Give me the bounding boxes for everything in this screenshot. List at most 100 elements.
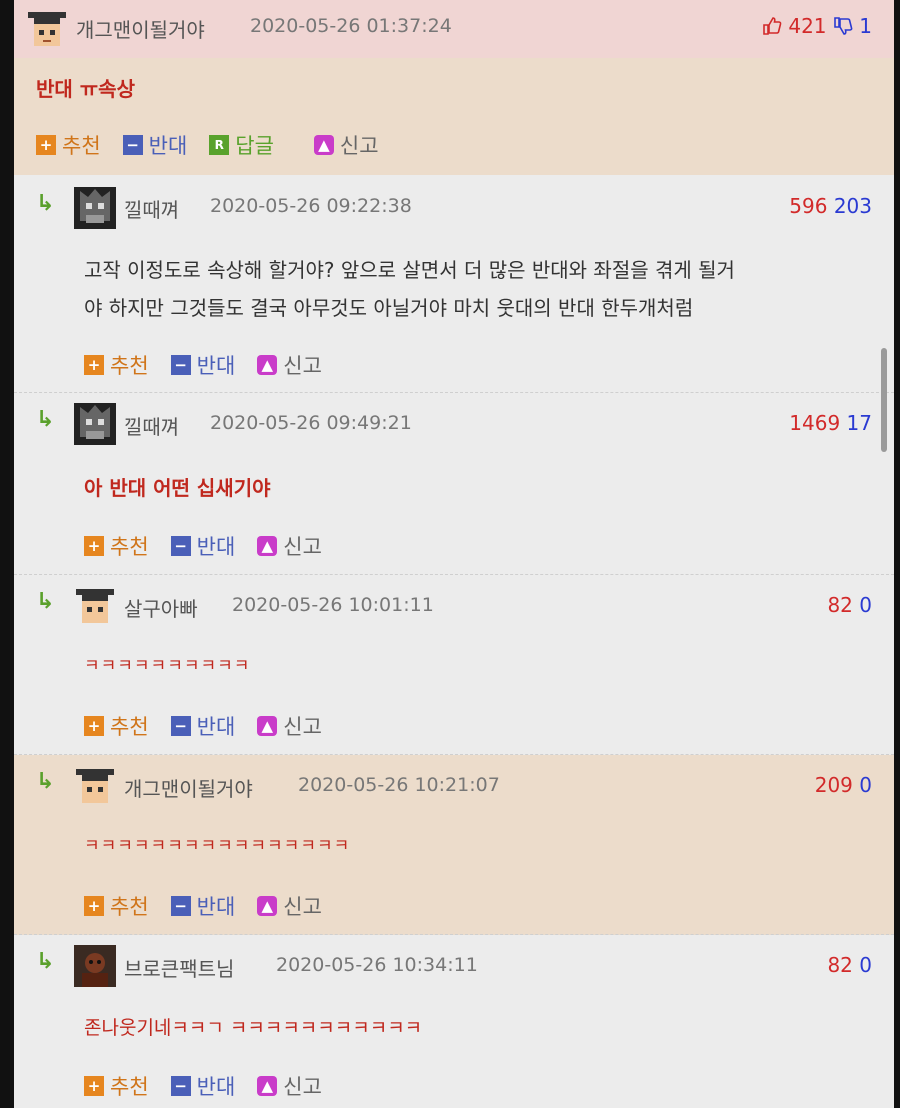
minus-icon: − <box>170 355 191 375</box>
comment-votes: 1469 17 <box>789 411 872 435</box>
minus-icon: − <box>170 716 191 736</box>
scrollbar[interactable] <box>881 348 887 452</box>
comment-author[interactable]: 낄때껴 <box>124 194 179 223</box>
comment-votes: 82 0 <box>827 593 872 617</box>
avatar[interactable] <box>74 187 116 229</box>
report-button[interactable]: ▲ 신고 <box>257 1071 322 1101</box>
reply-arrow-icon: ↳ <box>36 949 55 974</box>
report-button[interactable]: ▲ 신고 <box>313 130 379 160</box>
comment-date: 2020-05-26 09:49:21 <box>210 412 412 434</box>
avatar[interactable] <box>74 765 116 807</box>
reply-button[interactable]: R 답글 <box>209 130 274 160</box>
recommend-button[interactable]: + 추천 <box>36 130 101 160</box>
oppose-button[interactable]: − 반대 <box>122 130 187 160</box>
post-date: 2020-05-26 01:37:24 <box>250 15 452 37</box>
plus-icon: + <box>84 896 104 916</box>
plus-icon: + <box>84 355 104 375</box>
recommend-button[interactable]: + 추천 <box>84 711 149 741</box>
minus-icon: − <box>122 135 143 155</box>
comment-author[interactable]: 브로큰팩트님 <box>124 953 234 982</box>
reply-arrow-icon: ↳ <box>36 191 55 216</box>
avatar[interactable] <box>74 403 116 445</box>
comment-downvotes: 0 <box>859 953 872 977</box>
plus-icon: + <box>36 135 56 155</box>
comment-actions: + 추천 − 반대 ▲ 신고 <box>84 891 344 921</box>
comment-votes: 209 0 <box>815 773 872 797</box>
comment-upvotes: 596 <box>789 194 828 218</box>
comment-upvotes: 209 <box>814 773 853 797</box>
comment-author[interactable]: 개그맨이될거야 <box>124 773 253 802</box>
oppose-button[interactable]: − 반대 <box>170 531 235 561</box>
reply-arrow-icon: ↳ <box>36 769 55 794</box>
post-actions: + 추천 − 반대 R 답글 ▲ 신고 <box>36 130 401 160</box>
comment-item: ↳ 브로큰팩트님 2020-05-26 10:34:11 82 0 존나웃기네ㅋ… <box>14 935 894 1108</box>
minus-icon: − <box>170 896 191 916</box>
siren-icon: ▲ <box>257 896 278 916</box>
avatar[interactable] <box>26 8 68 50</box>
comment-actions: + 추천 − 반대 ▲ 신고 <box>84 350 344 380</box>
comment-date: 2020-05-26 09:22:38 <box>210 195 412 217</box>
comment-votes: 82 0 <box>827 953 872 977</box>
thumbs-up-icon[interactable] <box>762 14 788 38</box>
original-post: 개그맨이될거야 2020-05-26 01:37:24 421 1 반대 ㅠ속상… <box>14 0 894 175</box>
recommend-button[interactable]: + 추천 <box>84 531 149 561</box>
reply-badge-icon: R <box>209 135 230 155</box>
post-upvotes: 421 <box>788 14 827 38</box>
post-downvotes: 1 <box>859 14 872 38</box>
comment-downvotes: 0 <box>859 773 872 797</box>
comment-item: ↳ 낄때껴 2020-05-26 09:22:38 596 203 고작 이정도… <box>14 175 894 393</box>
plus-icon: + <box>84 536 104 556</box>
oppose-button[interactable]: − 반대 <box>170 1071 235 1101</box>
avatar[interactable] <box>74 585 116 627</box>
siren-icon: ▲ <box>257 1076 278 1096</box>
comment-item: ↳ 살구아빠 2020-05-26 10:01:11 82 0 ㅋㅋㅋㅋㅋㅋㅋㅋ… <box>14 575 894 755</box>
comment-date: 2020-05-26 10:34:11 <box>276 954 478 976</box>
post-votes: 421 1 <box>762 14 872 38</box>
reply-arrow-icon: ↳ <box>36 589 55 614</box>
comment-item: ↳ 개그맨이될거야 2020-05-26 10:21:07 209 0 ㅋㅋㅋㅋ… <box>14 755 894 935</box>
comment-body: ㅋㅋㅋㅋㅋㅋㅋㅋㅋㅋ <box>84 656 251 676</box>
siren-icon: ▲ <box>257 716 278 736</box>
siren-icon: ▲ <box>313 135 334 155</box>
recommend-button[interactable]: + 추천 <box>84 350 149 380</box>
comment-date: 2020-05-26 10:01:11 <box>232 594 434 616</box>
recommend-button[interactable]: + 추천 <box>84 1071 149 1101</box>
post-header: 개그맨이될거야 2020-05-26 01:37:24 421 1 <box>14 0 894 58</box>
comment-date: 2020-05-26 10:21:07 <box>298 774 500 796</box>
report-button[interactable]: ▲ 신고 <box>257 350 322 380</box>
report-button[interactable]: ▲ 신고 <box>257 531 322 561</box>
comment-downvotes: 17 <box>846 411 872 435</box>
comment-body: 아 반대 어떤 십새기야 <box>84 476 271 500</box>
comment-body: 고작 이정도로 속상해 할거야? 앞으로 살면서 더 많은 반대와 좌절을 겪게… <box>84 251 735 327</box>
report-button[interactable]: ▲ 신고 <box>257 711 322 741</box>
plus-icon: + <box>84 1076 104 1096</box>
comment-votes: 596 203 <box>789 194 872 218</box>
post-body: 반대 ㅠ속상 <box>36 77 135 101</box>
comment-upvotes: 1469 <box>789 411 841 435</box>
comment-upvotes: 82 <box>827 593 853 617</box>
comment-panel: 개그맨이될거야 2020-05-26 01:37:24 421 1 반대 ㅠ속상… <box>14 0 894 1108</box>
comment-actions: + 추천 − 반대 ▲ 신고 <box>84 711 344 741</box>
plus-icon: + <box>84 716 104 736</box>
oppose-button[interactable]: − 반대 <box>170 891 235 921</box>
oppose-button[interactable]: − 반대 <box>170 350 235 380</box>
post-author[interactable]: 개그맨이될거야 <box>76 14 205 43</box>
minus-icon: − <box>170 536 191 556</box>
comment-author[interactable]: 살구아빠 <box>124 593 198 622</box>
reply-arrow-icon: ↳ <box>36 407 55 432</box>
oppose-button[interactable]: − 반대 <box>170 711 235 741</box>
comment-downvotes: 0 <box>859 593 872 617</box>
comment-line: 야 하지만 그것들도 결국 아무것도 아닐거야 마치 웃대의 반대 한두개처럼 <box>84 296 694 320</box>
comment-author[interactable]: 낄때껴 <box>124 411 179 440</box>
comment-body: 존나웃기네ㅋㅋㄱ ㅋㅋㅋㅋㅋㅋㅋㅋㅋㅋㅋ <box>84 1017 423 1039</box>
avatar[interactable] <box>74 945 116 987</box>
comment-actions: + 추천 − 반대 ▲ 신고 <box>84 1071 344 1101</box>
comment-actions: + 추천 − 반대 ▲ 신고 <box>84 531 344 561</box>
comment-body: ㅋㅋㅋㅋㅋㅋㅋㅋㅋㅋㅋㅋㅋㅋㅋㅋ <box>84 836 351 856</box>
comment-line: 고작 이정도로 속상해 할거야? 앞으로 살면서 더 많은 반대와 좌절을 겪게… <box>84 258 735 282</box>
recommend-button[interactable]: + 추천 <box>84 891 149 921</box>
thumbs-down-icon[interactable] <box>833 14 859 38</box>
report-button[interactable]: ▲ 신고 <box>257 891 322 921</box>
comment-downvotes: 203 <box>833 194 872 218</box>
siren-icon: ▲ <box>257 536 278 556</box>
